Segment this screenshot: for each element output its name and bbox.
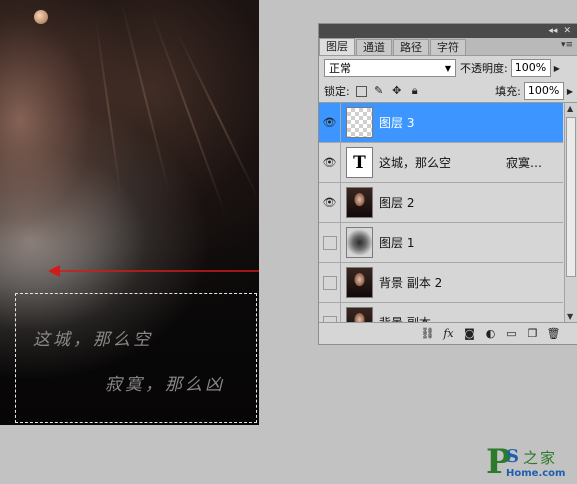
- layer-thumbnail: [346, 107, 373, 138]
- new-layer-icon[interactable]: ❐: [525, 327, 540, 341]
- visibility-toggle[interactable]: [319, 263, 341, 302]
- eye-icon: 👁︎: [322, 116, 337, 129]
- marquee-selection[interactable]: [15, 293, 257, 423]
- tab-character[interactable]: 字符: [430, 39, 466, 55]
- tab-layers[interactable]: 图层: [319, 38, 355, 55]
- watermark-letter-s: S: [506, 446, 519, 467]
- layer-row[interactable]: 👁︎ T 这城，那么空 寂寞…: [319, 143, 563, 183]
- adjustment-icon[interactable]: ◐: [483, 327, 498, 341]
- layer-name: 背景 副本 2: [379, 276, 443, 290]
- fx-icon[interactable]: fx: [441, 327, 456, 341]
- visibility-toggle[interactable]: 👁︎: [319, 103, 341, 142]
- lock-brush-icon[interactable]: ✎: [373, 85, 385, 97]
- trash-icon[interactable]: 🗑︎: [546, 327, 561, 341]
- lock-move-icon[interactable]: ✥: [391, 85, 403, 97]
- text-layer-thumbnail: T: [346, 147, 373, 178]
- hair-strand: [120, 0, 171, 195]
- fill-field[interactable]: 100%: [523, 82, 564, 100]
- layer-list-scrollbar[interactable]: ▲ ▼: [564, 103, 577, 322]
- earring-highlight: [34, 10, 48, 24]
- opacity-label: 不透明度:: [460, 62, 508, 75]
- lock-all-icon[interactable]: 🔒︎: [409, 85, 421, 97]
- lock-transparent-icon[interactable]: [355, 85, 367, 97]
- panel-footer: ⛓︎ fx ◙ ◐ ▭ ❐ 🗑︎: [319, 322, 577, 344]
- opacity-arrow-icon[interactable]: ▶: [554, 64, 560, 73]
- layer-name-extra: 寂寞…: [506, 156, 543, 170]
- document-canvas[interactable]: 这城，那么空 寂寞，那么凶: [0, 0, 259, 425]
- layer-row[interactable]: 👁︎ 图层 3: [319, 103, 563, 143]
- lock-row: 锁定: ✎ ✥ 🔒︎ 填充: 100% ▶: [319, 80, 577, 103]
- visibility-toggle[interactable]: 👁︎: [319, 143, 341, 182]
- watermark-url: Home.com: [506, 468, 566, 479]
- visibility-toggle[interactable]: [319, 223, 341, 262]
- layer-thumbnail: [346, 187, 373, 218]
- link-icon[interactable]: ⛓︎: [420, 327, 435, 341]
- layer-name: 图层 2: [379, 196, 415, 210]
- layer-thumbnail: [346, 307, 373, 322]
- scroll-up-icon[interactable]: ▲: [567, 104, 573, 113]
- layer-name: 图层 1: [379, 236, 415, 250]
- opacity-field[interactable]: 100%: [510, 59, 551, 77]
- site-watermark: P S 之家 Home.com: [486, 442, 577, 484]
- lock-label: 锁定:: [324, 85, 350, 98]
- panel-titlebar[interactable]: ◂◂ ✕: [319, 24, 577, 38]
- visibility-toggle[interactable]: 👁︎: [319, 183, 341, 222]
- hidden-eye-box: [322, 235, 337, 250]
- red-arrow: [48, 265, 259, 277]
- layers-panel: ◂◂ ✕ 图层 通道 路径 字符 ▾≡ 正常 ▼ 不透明度: 100% ▶ 锁定…: [318, 23, 577, 345]
- eye-icon: 👁︎: [322, 156, 337, 169]
- tab-paths[interactable]: 路径: [393, 39, 429, 55]
- layer-list: 👁︎ 图层 3 👁︎ T 这城，那么空 寂寞… 👁︎ 图层 2 图层 1 背景 …: [319, 103, 563, 322]
- layer-row[interactable]: 👁︎ 图层 2: [319, 183, 563, 223]
- panel-tabs: 图层 通道 路径 字符 ▾≡: [319, 38, 577, 56]
- layer-thumbnail: [346, 227, 373, 258]
- hidden-eye-box: [322, 275, 337, 290]
- layer-thumbnail: [346, 267, 373, 298]
- canvas-text-line2: 寂寞，那么凶: [105, 375, 225, 395]
- scroll-down-icon[interactable]: ▼: [567, 312, 573, 321]
- layer-row[interactable]: 图层 1: [319, 223, 563, 263]
- scroll-thumb[interactable]: [566, 117, 576, 277]
- mask-icon[interactable]: ◙: [462, 327, 477, 341]
- eye-icon: 👁︎: [322, 196, 337, 209]
- blend-mode-value: 正常: [329, 62, 351, 75]
- fill-arrow-icon[interactable]: ▶: [567, 87, 573, 96]
- layer-name: 背景 副本: [379, 314, 431, 322]
- layer-row[interactable]: 背景 副本: [319, 303, 563, 322]
- tab-channels[interactable]: 通道: [356, 39, 392, 55]
- blend-row: 正常 ▼ 不透明度: 100% ▶: [319, 56, 577, 80]
- blend-mode-select[interactable]: 正常 ▼: [324, 59, 456, 77]
- group-icon[interactable]: ▭: [504, 327, 519, 341]
- layer-name: 图层 3: [379, 116, 415, 130]
- layer-row[interactable]: 背景 副本 2: [319, 263, 563, 303]
- watermark-chinese: 之家: [523, 449, 558, 467]
- panel-menu-icon[interactable]: ▾≡: [561, 40, 573, 50]
- layer-name: 这城，那么空: [379, 156, 452, 170]
- close-icon[interactable]: ✕: [563, 26, 571, 36]
- fill-label: 填充:: [495, 85, 521, 98]
- hair-strand: [95, 19, 123, 199]
- dropdown-arrow-icon: ▼: [444, 63, 451, 73]
- collapse-icon[interactable]: ◂◂: [548, 26, 557, 36]
- visibility-toggle[interactable]: [319, 303, 341, 322]
- canvas-text-line1: 这城，那么空: [33, 330, 153, 350]
